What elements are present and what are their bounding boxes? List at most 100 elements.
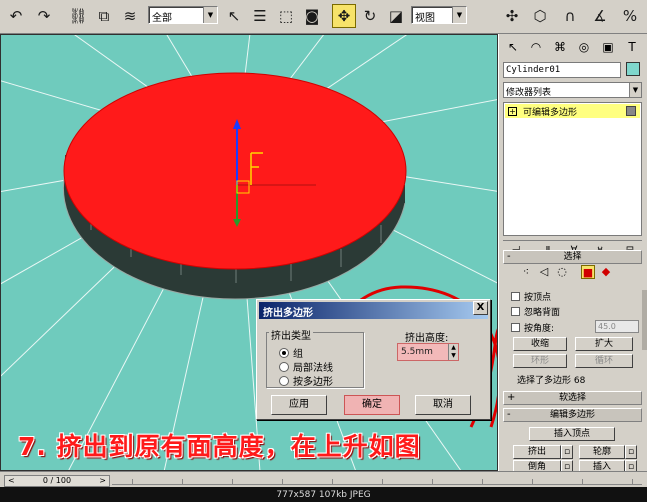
dialog-title: 挤出多边形: [263, 308, 313, 319]
checkbox-label: 按顶点: [524, 293, 552, 303]
rollout-title: 软选择: [558, 393, 586, 403]
by-angle-checkbox[interactable]: 按角度:: [511, 321, 554, 334]
select-by-name-icon[interactable]: ☰: [248, 4, 272, 28]
move-icon[interactable]: ✥: [332, 4, 356, 28]
image-info-bar: 777x587 107kb JPEG: [0, 487, 647, 502]
edge-mode-icon[interactable]: ◁: [537, 265, 551, 279]
tab-motion-icon[interactable]: ◎: [573, 37, 595, 57]
select-link-icon[interactable]: ⛓: [66, 4, 90, 28]
stack-item-toggle-icon[interactable]: [626, 106, 636, 116]
radio-group-option[interactable]: 组: [279, 345, 303, 360]
tab-utilities-icon[interactable]: T: [621, 37, 643, 57]
expand-plus-icon[interactable]: +: [508, 107, 517, 116]
command-panel: ↖ ◠ ⌘ ◎ ▣ T Cylinder01 修改器列表 ▼ + 可编辑多边形 …: [498, 34, 647, 474]
reference-coord-value: 视图: [415, 13, 435, 24]
timeline-track[interactable]: [112, 477, 642, 485]
scale-icon[interactable]: ◪: [384, 4, 408, 28]
pivot-icon[interactable]: ✣: [500, 4, 524, 28]
ignore-backfacing-checkbox[interactable]: 忽略背面: [511, 305, 560, 318]
border-mode-icon[interactable]: ◌: [555, 265, 569, 279]
outline-settings-icon[interactable]: ▫: [625, 445, 637, 459]
element-mode-icon[interactable]: ◆: [599, 265, 613, 279]
ring-button[interactable]: 环形: [513, 354, 567, 368]
cancel-button[interactable]: 取消: [415, 395, 471, 415]
collapse-minus-icon: -: [507, 409, 511, 420]
soft-selection-rollout-header[interactable]: + 软选择: [503, 391, 642, 405]
stack-item-editable-poly[interactable]: + 可编辑多边形: [505, 104, 640, 118]
modifier-stack: + 可编辑多边形: [503, 102, 642, 236]
radio-unselected: [279, 361, 289, 372]
radio-label: 局部法线: [293, 363, 333, 374]
extrusion-type-label: 挤出类型: [269, 327, 313, 342]
select-object-icon[interactable]: ↖: [222, 4, 246, 28]
extrude-settings-icon[interactable]: ▫: [561, 445, 573, 459]
percent-snap-icon[interactable]: %: [618, 4, 642, 28]
modifier-list-label: 修改器列表: [506, 88, 552, 98]
selection-count-label: 选择了多边形 68: [517, 376, 586, 386]
tab-create-icon[interactable]: ↖: [502, 37, 524, 57]
undo-icon[interactable]: ↶: [4, 4, 28, 28]
chevron-down-icon: ▼: [452, 7, 466, 23]
checkbox-box: [511, 323, 520, 332]
extrusion-height-spinner[interactable]: 5.5mm ▲ ▼: [397, 343, 459, 361]
radio-label: 按多边形: [293, 377, 333, 388]
extrusion-height-value: 5.5mm: [401, 347, 433, 357]
shrink-button[interactable]: 收缩: [513, 337, 567, 351]
radio-local-normal-option[interactable]: 局部法线: [279, 359, 333, 374]
modifier-list-dropdown[interactable]: 修改器列表 ▼: [503, 82, 642, 98]
angle-spinner[interactable]: 45.0: [595, 320, 639, 333]
grow-button[interactable]: 扩大: [575, 337, 633, 351]
spinner-arrows-icon[interactable]: ▲ ▼: [448, 344, 458, 360]
checkbox-label: 忽略背面: [524, 308, 561, 318]
time-slider[interactable]: 0 / 100: [4, 475, 110, 487]
reference-coord-dropdown[interactable]: 视图 ▼: [411, 6, 467, 24]
edit-polygons-rollout-header[interactable]: - 编辑多边形: [503, 408, 642, 422]
chevron-down-icon: ▼: [629, 83, 641, 97]
checkbox-box: [511, 307, 520, 316]
loop-button[interactable]: 循环: [575, 354, 633, 368]
selection-rollout-header[interactable]: - 选择: [503, 250, 642, 264]
radio-unselected: [279, 375, 289, 386]
apply-button[interactable]: 应用: [271, 395, 327, 415]
selection-filter-dropdown[interactable]: 全部 ▼: [148, 6, 218, 24]
app-window: ↶ ↷ ⛓ ⧉ ≋ 全部 ▼ ↖ ☰ ⬚ ◙ ✥ ↻ ◪ 视图 ▼ ✣ ⬡ ∩ …: [0, 0, 647, 502]
vertex-mode-icon[interactable]: ⁖: [519, 265, 533, 279]
collapse-minus-icon: -: [507, 251, 511, 262]
redo-icon[interactable]: ↷: [32, 4, 56, 28]
selected-polygon-face[interactable]: [63, 72, 407, 270]
rotate-icon[interactable]: ↻: [358, 4, 382, 28]
tab-display-icon[interactable]: ▣: [597, 37, 619, 57]
expand-plus-icon: +: [507, 392, 516, 403]
extrude-polygons-dialog: 挤出多边形 X 挤出类型 组 局部法线 按多边形 挤出高度: 5.5mm ▲ ▼ …: [256, 299, 491, 420]
checkbox-label: 按角度:: [524, 324, 555, 334]
angle-snap-icon[interactable]: ∡: [588, 4, 612, 28]
cube-icon[interactable]: ⬡: [528, 4, 552, 28]
time-slider-bar: 0 / 100 777x587 107kb JPEG: [0, 471, 647, 502]
unlink-icon[interactable]: ⧉: [92, 4, 116, 28]
tutorial-caption: 7. 挤出到原有面高度，在上升如图: [18, 432, 421, 461]
tab-hierarchy-icon[interactable]: ⌘: [549, 37, 571, 57]
extrude-button[interactable]: 挤出: [513, 445, 561, 459]
rect-selection-icon[interactable]: ⬚: [274, 4, 298, 28]
tab-modify-icon[interactable]: ◠: [525, 37, 547, 57]
bind-space-warp-icon[interactable]: ≋: [118, 4, 142, 28]
radio-selected: [279, 347, 289, 358]
close-icon[interactable]: X: [473, 301, 488, 315]
dialog-title-bar[interactable]: 挤出多边形: [259, 302, 488, 319]
panel-scrollbar[interactable]: [642, 290, 647, 350]
window-crossing-icon[interactable]: ◙: [300, 4, 324, 28]
stack-item-label: 可编辑多边形: [523, 108, 578, 118]
radio-by-polygon-option[interactable]: 按多边形: [279, 373, 333, 388]
radio-label: 组: [293, 349, 303, 360]
outline-button[interactable]: 轮廓: [579, 445, 625, 459]
by-vertex-checkbox[interactable]: 按顶点: [511, 290, 551, 303]
ok-button[interactable]: 确定: [344, 395, 400, 415]
extrusion-height-label: 挤出高度:: [405, 333, 449, 344]
insert-vertex-button[interactable]: 插入顶点: [529, 427, 615, 441]
object-color-swatch[interactable]: [626, 62, 640, 76]
object-name-input[interactable]: Cylinder01: [503, 62, 621, 78]
polygon-mode-icon[interactable]: ■: [581, 265, 595, 279]
checkbox-box: [511, 292, 520, 301]
rollout-title: 选择: [563, 252, 582, 262]
snap-magnet-icon[interactable]: ∩: [558, 4, 582, 28]
